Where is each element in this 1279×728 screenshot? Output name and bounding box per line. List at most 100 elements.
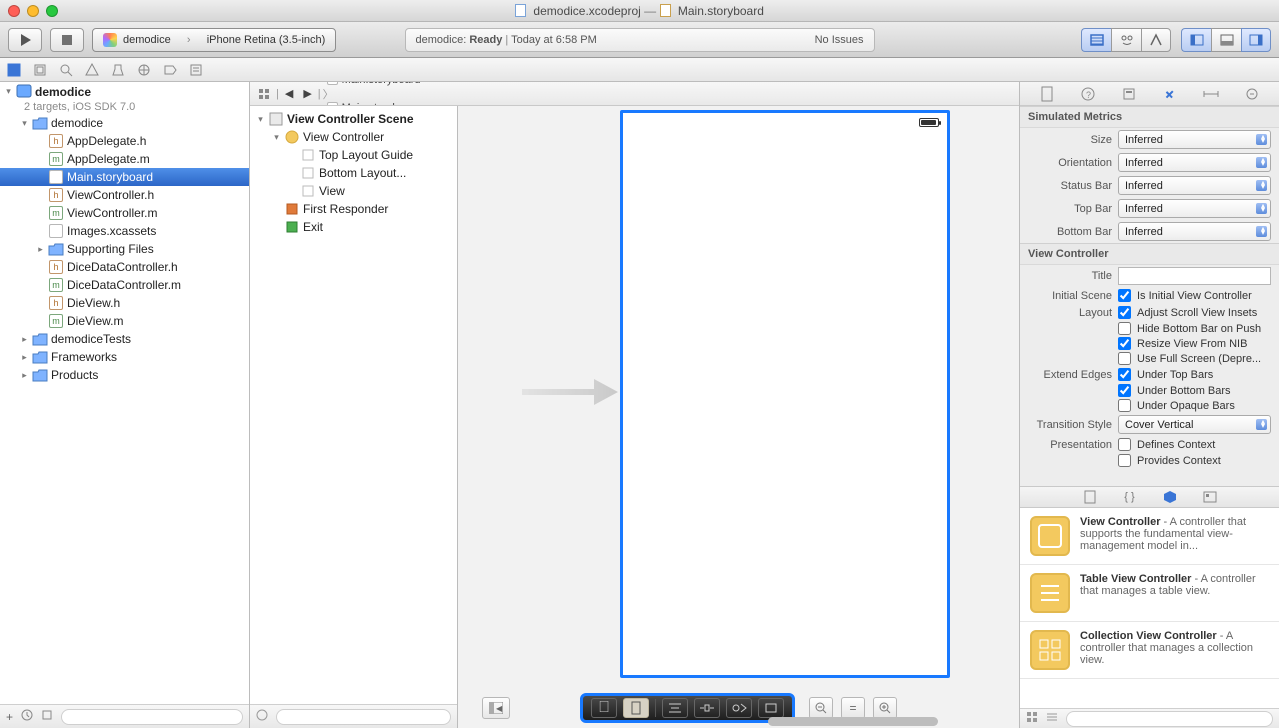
nav-item[interactable]: mAppDelegate.m (0, 150, 249, 168)
resolve-issues-button[interactable] (726, 698, 752, 718)
fullscreen-checkbox[interactable] (1118, 352, 1131, 365)
library-grid-icon[interactable] (1026, 711, 1038, 726)
orientation-popup[interactable]: Inferred▴▾ (1118, 153, 1271, 172)
nav-item[interactable]: Products (0, 366, 249, 384)
size-class-button[interactable] (623, 698, 649, 718)
quick-help-tab[interactable]: ? (1078, 85, 1098, 103)
any-any-button[interactable]: ⎕ (591, 698, 617, 718)
resizing-button[interactable] (758, 698, 784, 718)
zoom-in-button[interactable] (873, 697, 897, 719)
nav-item[interactable]: mViewController.m (0, 204, 249, 222)
hide-bottombar-checkbox[interactable] (1118, 322, 1131, 335)
nav-item[interactable]: hViewController.h (0, 186, 249, 204)
scheme-destination[interactable]: iPhone Retina (3.5-inch) (197, 29, 336, 51)
nav-item[interactable]: mDiceDataController.m (0, 276, 249, 294)
outline-item[interactable]: View (250, 182, 457, 200)
provides-context-checkbox[interactable] (1118, 454, 1131, 467)
align-button[interactable] (662, 698, 688, 718)
library-item[interactable]: View Controller - A controller that supp… (1020, 508, 1279, 565)
library-list-icon[interactable] (1046, 711, 1058, 726)
attributes-inspector-tab[interactable] (1160, 85, 1180, 103)
disclosure-triangle-icon[interactable] (288, 169, 297, 178)
nav-item[interactable]: Frameworks (0, 348, 249, 366)
close-window-button[interactable] (8, 5, 20, 17)
disclosure-triangle-icon[interactable] (4, 87, 13, 96)
nav-item[interactable]: Images.xcassets (0, 222, 249, 240)
navigator-tree[interactable]: demodice 2 targets, iOS SDK 7.0 demodice… (0, 82, 249, 704)
disclosure-triangle-icon[interactable] (36, 281, 45, 290)
zoom-actual-button[interactable]: = (841, 697, 865, 719)
bottombar-popup[interactable]: Inferred▴▾ (1118, 222, 1271, 241)
toggle-utilities-button[interactable] (1241, 28, 1271, 52)
nav-item[interactable]: hAppDelegate.h (0, 132, 249, 150)
report-navigator-tab[interactable] (188, 62, 204, 78)
disclosure-triangle-icon[interactable] (272, 205, 281, 214)
canvas-horizontal-scrollbar[interactable] (638, 717, 989, 726)
view-controller-view[interactable] (620, 110, 950, 678)
recent-filter-icon[interactable] (21, 709, 33, 724)
under-bottom-checkbox[interactable] (1118, 384, 1131, 397)
disclosure-triangle-icon[interactable] (36, 227, 45, 236)
toggle-outline-button[interactable]: ◀ (482, 697, 510, 719)
run-button[interactable] (8, 28, 42, 52)
storyboard-canvas[interactable] (458, 106, 1019, 688)
library-filter-field[interactable] (1066, 711, 1273, 727)
jumpbar-crumb[interactable]: Main.storyboard (323, 82, 455, 86)
nav-item[interactable]: Main.storyboard (0, 168, 249, 186)
identity-inspector-tab[interactable] (1119, 85, 1139, 103)
size-popup[interactable]: Inferred▴▾ (1118, 130, 1271, 149)
adjust-insets-checkbox[interactable] (1118, 306, 1131, 319)
outline-item[interactable]: View Controller (250, 128, 457, 146)
outline-item[interactable]: Bottom Layout... (250, 164, 457, 182)
breakpoint-navigator-tab[interactable] (162, 62, 178, 78)
outline-item[interactable]: First Responder (250, 200, 457, 218)
pin-button[interactable] (694, 698, 720, 718)
object-library-list[interactable]: View Controller - A controller that supp… (1020, 508, 1279, 708)
nav-item[interactable]: demodice (0, 114, 249, 132)
outline-tree[interactable]: View Controller Scene View ControllerTop… (250, 106, 457, 704)
navigator-filter-field[interactable] (61, 709, 243, 725)
outline-item[interactable]: Exit (250, 218, 457, 236)
connections-inspector-tab[interactable] (1242, 85, 1262, 103)
media-library-tab[interactable] (1201, 489, 1219, 505)
disclosure-triangle-icon[interactable] (20, 335, 29, 344)
outline-item[interactable]: Top Layout Guide (250, 146, 457, 164)
disclosure-triangle-icon[interactable] (288, 151, 297, 160)
back-button[interactable]: ◀ (281, 87, 297, 100)
object-library-tab[interactable] (1161, 489, 1179, 505)
title-field[interactable] (1118, 267, 1271, 285)
scheme-app[interactable]: demodice (93, 29, 181, 51)
add-button[interactable]: + (6, 710, 13, 724)
outline-filter-icon[interactable] (256, 708, 268, 726)
disclosure-triangle-icon[interactable] (36, 263, 45, 272)
disclosure-triangle-icon[interactable] (36, 173, 45, 182)
resize-nib-checkbox[interactable] (1118, 337, 1131, 350)
toggle-navigator-button[interactable] (1181, 28, 1211, 52)
disclosure-triangle-icon[interactable] (288, 187, 297, 196)
under-top-checkbox[interactable] (1118, 368, 1131, 381)
zoom-out-button[interactable] (809, 697, 833, 719)
initial-scene-checkbox[interactable] (1118, 289, 1131, 302)
find-navigator-tab[interactable] (58, 62, 74, 78)
outline-scene-row[interactable]: View Controller Scene (250, 110, 457, 128)
jump-bar[interactable]: | ◀ ▶ | demodice〉demodice〉Main.storyboar… (250, 82, 1019, 106)
code-snippet-library-tab[interactable]: { } (1121, 489, 1139, 505)
defines-context-checkbox[interactable] (1118, 438, 1131, 451)
debug-navigator-tab[interactable] (136, 62, 152, 78)
disclosure-triangle-icon[interactable] (36, 209, 45, 218)
minimize-window-button[interactable] (27, 5, 39, 17)
under-opaque-checkbox[interactable] (1118, 399, 1131, 412)
disclosure-triangle-icon[interactable] (36, 137, 45, 146)
nav-item[interactable]: Supporting Files (0, 240, 249, 258)
symbol-navigator-tab[interactable] (32, 62, 48, 78)
library-item[interactable]: Table View Controller - A controller tha… (1020, 565, 1279, 622)
disclosure-triangle-icon[interactable] (272, 133, 281, 142)
nav-item[interactable]: hDiceDataController.h (0, 258, 249, 276)
disclosure-triangle-icon[interactable] (20, 371, 29, 380)
project-root-row[interactable]: demodice (0, 82, 249, 100)
project-navigator-tab[interactable] (6, 62, 22, 78)
disclosure-triangle-icon[interactable] (36, 191, 45, 200)
toggle-debug-area-button[interactable] (1211, 28, 1241, 52)
standard-editor-button[interactable] (1081, 28, 1111, 52)
transition-popup[interactable]: Cover Vertical▴▾ (1118, 415, 1271, 434)
